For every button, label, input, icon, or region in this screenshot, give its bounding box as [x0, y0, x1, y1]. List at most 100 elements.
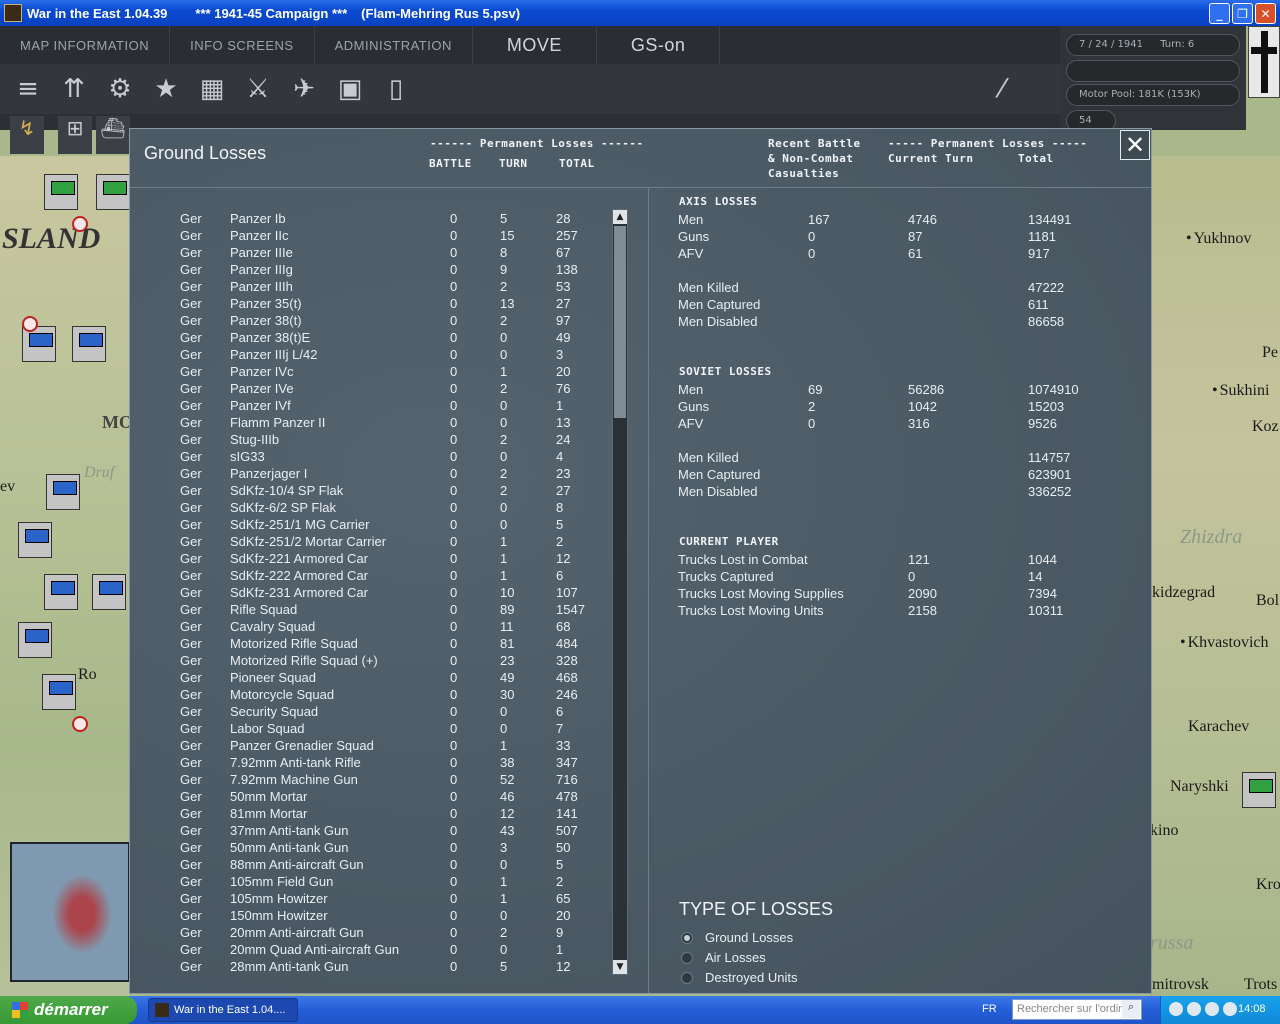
fuel-icon[interactable]: ▣ — [328, 67, 372, 111]
tab-gs-on[interactable]: GS-on — [597, 26, 721, 64]
loss-row[interactable]: Ger 28mm Anti-tank Gun 0 5 12 — [130, 959, 630, 976]
loss-row[interactable]: Ger 50mm Mortar 0 46 478 — [130, 789, 630, 806]
loss-row[interactable]: Ger SdKfz-251/2 Mortar Carrier 0 1 2 — [130, 534, 630, 551]
window-close-button[interactable]: ✕ — [1255, 3, 1276, 24]
stack-icon[interactable]: ≡ — [6, 67, 50, 111]
tab-map-information[interactable]: MAP INFORMATION — [0, 26, 171, 64]
objective-marker[interactable] — [72, 716, 88, 732]
loss-row[interactable]: Ger Motorized Rifle Squad 0 81 484 — [130, 636, 630, 653]
loss-row[interactable]: Ger Stug-IIIb 0 2 24 — [130, 432, 630, 449]
scroll-up-button[interactable]: ▲ — [613, 210, 627, 224]
loss-row[interactable]: Ger Security Squad 0 0 6 — [130, 704, 630, 721]
units-icon[interactable]: ⇈ — [52, 67, 96, 111]
loss-row[interactable]: Ger Panzer 35(t) 0 13 27 — [130, 296, 630, 313]
language-indicator[interactable]: FR — [982, 1003, 997, 1015]
loss-row[interactable]: Ger 50mm Anti-tank Gun 0 3 50 — [130, 840, 630, 857]
unit-counter[interactable] — [92, 574, 126, 610]
loss-row[interactable]: Ger sIG33 0 0 4 — [130, 449, 630, 466]
loss-row[interactable]: Ger SdKfz-221 Armored Car 0 1 12 — [130, 551, 630, 568]
scroll-down-button[interactable]: ▼ — [613, 960, 627, 974]
loss-row[interactable]: Ger Panzer 38(t)E 0 0 49 — [130, 330, 630, 347]
loss-row[interactable]: Ger Panzerjager I 0 2 23 — [130, 466, 630, 483]
start-button[interactable]: démarrer — [0, 996, 137, 1024]
unit-counter[interactable] — [18, 522, 52, 558]
loss-row[interactable]: Ger Panzer Ib 0 5 28 — [130, 211, 630, 228]
radio-button[interactable] — [681, 931, 693, 944]
loss-row[interactable]: Ger 20mm Quad Anti-aircraft Gun 0 0 1 — [130, 942, 630, 959]
grid-icon[interactable]: ▦ — [190, 67, 234, 111]
radio-button[interactable] — [681, 971, 693, 984]
satellite-icon[interactable]: ✈ — [282, 67, 326, 111]
minimize-button[interactable]: _ — [1209, 3, 1230, 24]
unit-counter[interactable] — [44, 174, 78, 210]
loss-row[interactable]: Ger Panzer IIIh 0 2 53 — [130, 279, 630, 296]
unit-counter[interactable] — [18, 622, 52, 658]
loss-row[interactable]: Ger 7.92mm Anti-tank Rifle 0 38 347 — [130, 755, 630, 772]
pencil-icon[interactable]: ⁄ — [980, 67, 1024, 111]
radio-ground-losses[interactable]: Ground Losses — [681, 930, 793, 945]
loss-row[interactable]: Ger Panzer IIIg 0 9 138 — [130, 262, 630, 279]
list-scrollbar[interactable]: ▲ ▼ — [612, 209, 628, 975]
loss-row[interactable]: Ger 20mm Anti-aircraft Gun 0 2 9 — [130, 925, 630, 942]
star-icon[interactable]: ★ — [144, 67, 188, 111]
loss-row[interactable]: Ger SdKfz-222 Armored Car 0 1 6 — [130, 568, 630, 585]
back-arrow-icon[interactable] — [1169, 1002, 1183, 1016]
network-icon[interactable] — [1187, 1002, 1201, 1016]
movement-path-icon[interactable]: ↯ — [10, 116, 44, 154]
ship-icon[interactable]: ⛴ — [96, 116, 130, 154]
loss-row[interactable]: Ger 7.92mm Machine Gun 0 52 716 — [130, 772, 630, 789]
loss-row[interactable]: Ger Panzer Grenadier Squad 0 1 33 — [130, 738, 630, 755]
tab-info-screens[interactable]: INFO SCREENS — [170, 26, 315, 64]
loss-row[interactable]: Ger 105mm Howitzer 0 1 65 — [130, 891, 630, 908]
loss-row[interactable]: Ger Pioneer Squad 0 49 468 — [130, 670, 630, 687]
dialog-close-button[interactable]: ✕ — [1120, 130, 1150, 160]
loss-row[interactable]: Ger Panzer IIc 0 15 257 — [130, 228, 630, 245]
unit-counter[interactable] — [96, 174, 130, 210]
radio-air-losses[interactable]: Air Losses — [681, 950, 766, 965]
loss-row[interactable]: Ger 88mm Anti-aircraft Gun 0 0 5 — [130, 857, 630, 874]
monitor-icon[interactable] — [1205, 1002, 1219, 1016]
loss-row[interactable]: Ger Panzer 38(t) 0 2 97 — [130, 313, 630, 330]
loss-row[interactable]: Ger Panzer IIIj L/42 0 0 3 — [130, 347, 630, 364]
loss-row[interactable]: Ger Labor Squad 0 0 7 — [130, 721, 630, 738]
loss-row[interactable]: Ger 37mm Anti-tank Gun 0 43 507 — [130, 823, 630, 840]
loss-row[interactable]: Ger Motorized Rifle Squad (+) 0 23 328 — [130, 653, 630, 670]
map-right-region[interactable] — [1150, 156, 1280, 996]
radio-button[interactable] — [681, 951, 693, 964]
loss-row[interactable]: Ger Rifle Squad 0 89 1547 — [130, 602, 630, 619]
loss-row[interactable]: Ger Cavalry Squad 0 11 68 — [130, 619, 630, 636]
loss-row[interactable]: Ger SdKfz-251/1 MG Carrier 0 0 5 — [130, 517, 630, 534]
unit-counter[interactable] — [1242, 772, 1276, 808]
loss-row[interactable]: Ger Panzer IVe 0 2 76 — [130, 381, 630, 398]
volume-icon[interactable] — [1223, 1002, 1237, 1016]
depot-icon[interactable]: ▯ — [374, 67, 418, 111]
loss-row[interactable]: Ger 81mm Mortar 0 12 141 — [130, 806, 630, 823]
taskbar-app-item[interactable]: War in the East 1.04.... — [148, 998, 298, 1022]
unit-counter[interactable] — [42, 674, 76, 710]
loss-row[interactable]: Ger Panzer IIIe 0 8 67 — [130, 245, 630, 262]
crossed-swords-icon[interactable]: ⚔ — [236, 67, 280, 111]
loss-row[interactable]: Ger Panzer IVf 0 0 1 — [130, 398, 630, 415]
loss-row[interactable]: Ger SdKfz-231 Armored Car 0 10 107 — [130, 585, 630, 602]
loss-row[interactable]: Ger Panzer IVc 0 1 20 — [130, 364, 630, 381]
gear-icon[interactable]: ⚙ — [98, 67, 142, 111]
search-icon[interactable]: ⌕ — [1122, 1000, 1140, 1018]
objective-marker[interactable] — [72, 216, 88, 232]
unit-counter[interactable] — [72, 326, 106, 362]
tab-administration[interactable]: ADMINISTRATION — [315, 26, 473, 64]
loss-row[interactable]: Ger Motorcycle Squad 0 30 246 — [130, 687, 630, 704]
radio-destroyed-units[interactable]: Destroyed Units — [681, 970, 797, 985]
loss-row[interactable]: Ger SdKfz-10/4 SP Flak 0 2 27 — [130, 483, 630, 500]
scroll-thumb[interactable] — [614, 226, 626, 418]
unit-counter[interactable] — [44, 574, 78, 610]
minimap[interactable] — [10, 842, 130, 982]
loss-row[interactable]: Ger Flamm Panzer II 0 0 13 — [130, 415, 630, 432]
maximize-button[interactable]: ❐ — [1232, 3, 1253, 24]
loss-row[interactable]: Ger 105mm Field Gun 0 1 2 — [130, 874, 630, 891]
objective-marker[interactable] — [22, 316, 38, 332]
rail-icon[interactable]: ⊞ — [58, 116, 92, 154]
loss-row[interactable]: Ger SdKfz-6/2 SP Flak 0 0 8 — [130, 500, 630, 517]
loss-row[interactable]: Ger 150mm Howitzer 0 0 20 — [130, 908, 630, 925]
unit-counter[interactable] — [46, 474, 80, 510]
tab-move[interactable]: MOVE — [473, 26, 597, 64]
